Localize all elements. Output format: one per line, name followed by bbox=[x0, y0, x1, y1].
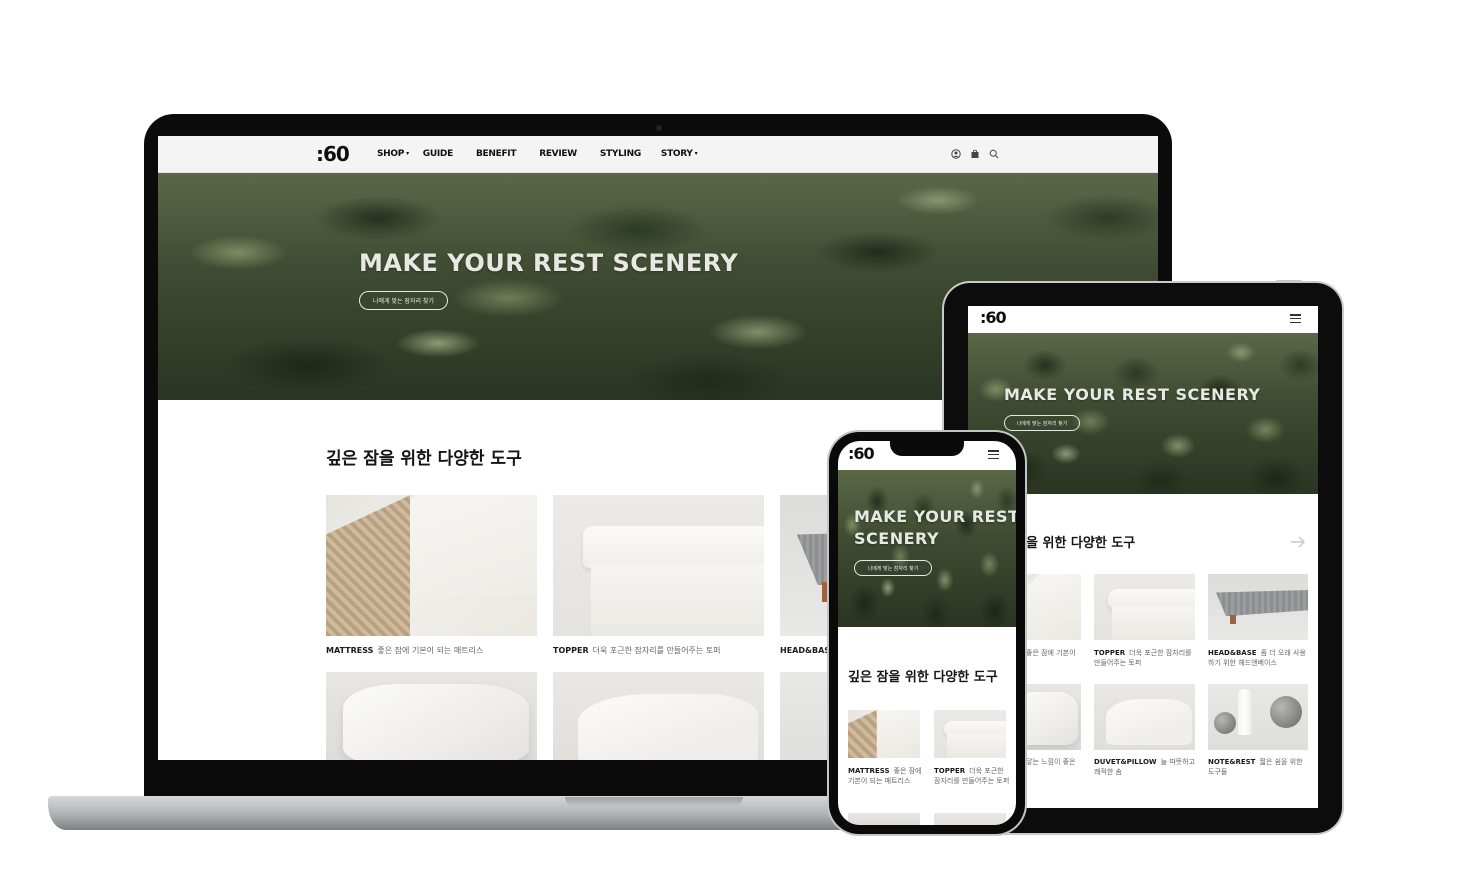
product-image-topper[interactable] bbox=[553, 495, 764, 636]
hamburger-icon[interactable] bbox=[1290, 314, 1301, 323]
product-caption-topper[interactable]: TOPPER 더욱 포근한 잠자리를 만들어주는 토퍼 bbox=[934, 766, 1010, 786]
product-caption-topper[interactable]: TOPPER 더욱 포근한 잠자리를 만들어주는 토퍼 bbox=[553, 645, 783, 657]
product-image-duvet[interactable] bbox=[1094, 684, 1195, 750]
product-image-duvet[interactable] bbox=[934, 813, 1006, 825]
mattress-top-shape bbox=[1021, 574, 1081, 622]
hero-title: MAKE YOUR REST SCENERY bbox=[359, 249, 739, 277]
topper-base-shape bbox=[1112, 605, 1195, 640]
product-caption-note[interactable]: NOTE&REST 짧은 쉼을 위한 도구들 bbox=[1208, 757, 1310, 777]
main-menu: SHOP ▾ GUIDE BENEFIT REVIEW STYLING STORY… bbox=[377, 149, 698, 159]
mattress-quilt-shape bbox=[848, 710, 877, 758]
section-title: 을 위한 다양한 도구 bbox=[1026, 536, 1136, 551]
product-image-bedding[interactable] bbox=[848, 813, 920, 825]
product-caption-bedding[interactable]: 닿는 느낌이 좋은 bbox=[1026, 757, 1086, 767]
bedding-shape bbox=[342, 684, 529, 760]
phone-notch bbox=[890, 437, 964, 456]
product-image-bedding[interactable] bbox=[326, 672, 537, 760]
top-navigation: :60 SHOP ▾ GUIDE BENEFIT REVIEW STYLING S… bbox=[158, 136, 1158, 173]
bottle-shape bbox=[1238, 689, 1252, 735]
mattress-quilt-shape bbox=[326, 495, 411, 636]
product-caption-topper[interactable]: TOPPER 더욱 포근한 잠자리를 만들어주는 토퍼 bbox=[1094, 648, 1197, 668]
duvet-shape bbox=[578, 694, 758, 760]
nav-item-story[interactable]: STORY ▾ bbox=[661, 149, 698, 159]
arrow-right-icon[interactable] bbox=[1290, 534, 1306, 550]
chevron-down-icon: ▾ bbox=[694, 150, 698, 157]
product-caption-mattress[interactable]: 좋은 잠에 기본이 bbox=[1026, 648, 1086, 658]
hamburger-icon[interactable] bbox=[988, 450, 999, 459]
find-bed-button[interactable]: 나에게 맞는 잠자리 찾기 bbox=[854, 560, 932, 576]
duvet-shape bbox=[1106, 698, 1192, 745]
topper-base-shape bbox=[946, 733, 1006, 758]
nav-item-styling[interactable]: STYLING bbox=[600, 149, 641, 159]
brand-logo[interactable]: :60 bbox=[848, 444, 875, 463]
product-caption-mattress[interactable]: MATTRESS 좋은 잠에 기본이 되는 매트리스 bbox=[848, 766, 922, 786]
product-caption-mattress[interactable]: MATTRESS 좋은 잠에 기본이 되는 매트리스 bbox=[326, 645, 537, 657]
product-image-mattress[interactable] bbox=[326, 495, 537, 636]
phone-screen: :60 MAKE YOUR REST SCENERY 나에게 맞는 잠자리 찾기… bbox=[838, 441, 1016, 825]
brand-logo[interactable]: :60 bbox=[980, 308, 1007, 327]
hero-title: MAKE YOUR REST SCENERY bbox=[1004, 385, 1261, 404]
section-title: 깊은 잠을 위한 다양한 도구 bbox=[848, 670, 998, 685]
find-bed-button[interactable]: 나에게 맞는 잠자리 찾기 bbox=[1004, 415, 1080, 431]
headbase-frame-shape bbox=[1216, 589, 1308, 617]
product-image-headbase[interactable] bbox=[1208, 574, 1308, 640]
nav-item-shop[interactable]: SHOP ▾ bbox=[377, 149, 409, 159]
nav-item-guide[interactable]: GUIDE bbox=[423, 149, 453, 159]
stone-shape bbox=[1214, 712, 1236, 734]
nav-item-benefit[interactable]: BENEFIT bbox=[476, 149, 517, 159]
laptop-hinge-notch bbox=[565, 797, 743, 807]
find-bed-button[interactable]: 나에게 맞는 잠자리 찾기 bbox=[359, 291, 448, 310]
product-image-topper[interactable] bbox=[934, 710, 1006, 758]
hero-banner: MAKE YOUR REST SCENERY 나에게 맞는 잠자리 찾기 bbox=[838, 470, 1016, 627]
device-mockup-stage: :60 SHOP ▾ GUIDE BENEFIT REVIEW STYLING S… bbox=[0, 0, 1476, 885]
user-icon[interactable] bbox=[951, 149, 961, 159]
search-icon[interactable] bbox=[989, 149, 999, 159]
bag-icon[interactable] bbox=[970, 149, 980, 159]
tablet-nav: :60 bbox=[968, 306, 1318, 333]
section-title: 깊은 잠을 위한 다양한 도구 bbox=[326, 449, 522, 469]
chevron-down-icon: ▾ bbox=[406, 150, 409, 157]
nav-item-review[interactable]: REVIEW bbox=[539, 149, 577, 159]
product-image-note[interactable] bbox=[1208, 684, 1308, 750]
product-caption-headbase[interactable]: HEAD&BASE 좀 더 오래 사용하기 위한 헤드앤베이스 bbox=[1208, 648, 1310, 668]
laptop-camera bbox=[656, 125, 662, 131]
product-image-duvet[interactable] bbox=[553, 672, 764, 760]
nav-icons bbox=[951, 149, 999, 159]
product-caption-duvet[interactable]: DUVET&PILLOW 늘 따뜻하고 쾌적한 솜 bbox=[1094, 757, 1197, 777]
stone-shape bbox=[1270, 696, 1302, 728]
topper-base-shape bbox=[590, 562, 764, 636]
brand-logo[interactable]: :60 bbox=[316, 142, 350, 166]
product-image-topper[interactable] bbox=[1094, 574, 1195, 640]
headbase-leg-shape bbox=[1230, 614, 1236, 625]
product-image-mattress[interactable] bbox=[848, 710, 920, 758]
hero-title: MAKE YOUR REST SCENERY bbox=[854, 507, 1016, 548]
